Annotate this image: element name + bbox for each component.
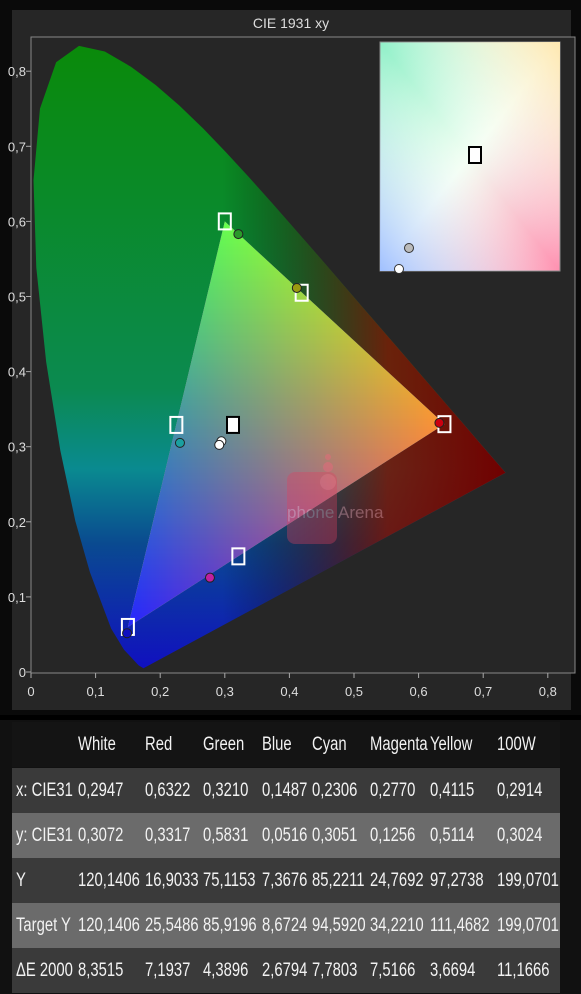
table-cell: 11,1666 [497,960,550,981]
column-header: Blue [262,734,292,755]
measured-blue [122,628,133,639]
inset-measured-point [404,243,414,253]
table-header: White Red Green Blue Cyan Magenta Yellow 100W [12,722,560,767]
table-cell: 0,5114 [430,825,475,846]
table-cell: 7,3676 [262,870,308,891]
measured-green [233,229,244,240]
x-tick-label: 0,3 [216,684,234,699]
chart-title: CIE 1931 xy [253,15,329,31]
row-label: Y [16,870,26,891]
table-cell: 111,4682 [430,915,490,936]
table-cell: 7,1937 [145,960,191,981]
table-cell: 199,0701 [497,870,559,891]
measured-magenta [204,572,215,583]
row-label: y: CIE31 [16,825,73,846]
watermark-text: phone Arena [287,503,384,522]
column-header: Cyan [312,734,347,755]
table-cell: 97,2738 [430,870,484,891]
row-label: ΔE 2000 [16,960,73,981]
cie-chart: CIE 1931 xy phone Arena 0 0,1 0,2 0,3 0,4 0,5… [0,0,581,715]
table-cell: 3,6694 [430,960,476,981]
table-cell: 85,2211 [312,870,365,891]
table-cell: 0,4115 [430,780,475,801]
table-cell: 94,5920 [312,915,366,936]
table-cell: 0,3317 [145,825,191,846]
y-tick-label: 0,8 [8,64,26,79]
table-cell: 120,1406 [78,870,140,891]
zoom-inset [379,41,561,274]
column-header: 100W [497,734,536,755]
table-cell: 0,5831 [203,825,249,846]
column-header: Yellow [430,734,473,755]
y-tick-label: 0,7 [8,139,26,154]
table-cell: 25,5486 [145,915,199,936]
table-cell: 0,1256 [370,825,416,846]
table-cell: 34,2210 [370,915,424,936]
x-tick-label: 0,5 [345,684,363,699]
x-tick-label: 0,8 [539,684,557,699]
inset-measured-point [394,264,404,274]
table-cell: 24,7692 [370,870,424,891]
table-cell: 4,3896 [203,960,249,981]
y-tick-label: 0 [19,665,26,680]
table-cell: 0,2306 [312,780,358,801]
table-cell: 0,1487 [262,780,308,801]
x-tick-label: 0,6 [410,684,428,699]
table-cell: 8,3515 [78,960,124,981]
measured-100w [214,439,225,450]
measured-yellow [291,282,302,293]
y-tick-label: 0,3 [8,440,26,455]
column-header: Green [203,734,245,755]
table-cell: 2,6794 [262,960,308,981]
target-white [226,415,241,434]
y-tick-label: 0,2 [8,515,26,530]
table-cell: 0,3210 [203,780,249,801]
table-cell: 0,2947 [78,780,124,801]
x-tick-label: 0 [27,684,34,699]
y-tick-label: 0,1 [8,590,26,605]
measured-cyan [174,437,185,448]
table-row: ΔE 2000 8,3515 7,1937 4,3896 2,6794 7,7803 7,5… [12,948,560,993]
x-tick-label: 0,4 [280,684,298,699]
y-tick-label: 0,4 [8,365,26,380]
y-tick-label: 0,5 [8,290,26,305]
row-label: x: CIE31 [16,780,73,801]
cie-chart-svg: CIE 1931 xy phone Arena 0 0,1 0,2 0,3 0,4 0,5… [8,10,576,710]
table-cell: 8,6724 [262,915,308,936]
table-cell: 0,3024 [497,825,543,846]
table-row: Target Y 120,1406 25,5486 85,9196 8,6724 94,5… [12,903,560,948]
x-tick-label: 0,1 [87,684,105,699]
x-tick-label: 0,7 [474,684,492,699]
table-cell: 0,2770 [370,780,416,801]
table-cell: 85,9196 [203,915,257,936]
x-tick-label: 0,2 [151,684,169,699]
column-header: White [78,734,116,755]
inset-target-white [468,146,482,164]
table-cell: 0,3051 [312,825,358,846]
table-cell: 75,1153 [203,870,256,891]
table-cell: 16,9033 [145,870,199,891]
column-header: Magenta [370,734,428,755]
measured-red [434,417,445,428]
table-row: y: CIE31 0,3072 0,3317 0,5831 0,0516 0,3051 0,… [12,813,560,858]
table-cell: 120,1406 [78,915,140,936]
table-cell: 7,5166 [370,960,416,981]
measurement-table: White Red Green Blue Cyan Magenta Yellow 100W x:… [0,720,581,994]
table-cell: 0,3072 [78,825,124,846]
table-row: Y 120,1406 16,9033 75,1153 7,3676 85,2211 24,7… [12,858,560,903]
column-header: Red [145,734,173,755]
table-cell: 0,2914 [497,780,543,801]
row-label: Target Y [16,915,71,936]
table-cell: 0,6322 [145,780,191,801]
y-tick-label: 0,6 [8,214,26,229]
table-cell: 199,0701 [497,915,559,936]
table-row: x: CIE31 0,2947 0,6322 0,3210 0,1487 0,2306 0,… [12,768,560,813]
table-cell: 0,0516 [262,825,308,846]
table-cell: 7,7803 [312,960,358,981]
